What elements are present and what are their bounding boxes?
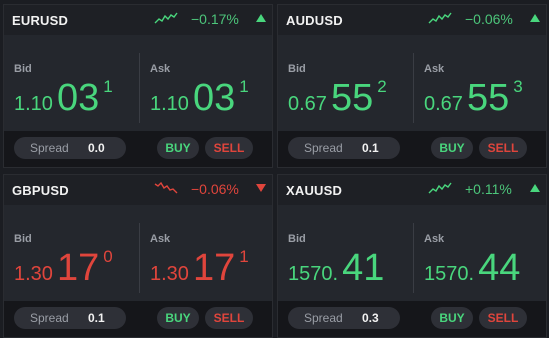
change-percent: −0.06%	[465, 11, 513, 27]
ask-price[interactable]: 0.67 55 3	[424, 77, 523, 119]
quote-card-audusd[interactable]: AUDUSD −0.06% Bid Ask 0.67 55 2 0.67 55 3 Sp…	[277, 4, 547, 168]
sell-button[interactable]: SELL	[205, 307, 253, 329]
triangle-up-icon	[530, 14, 540, 22]
quote-card-xauusd[interactable]: XAUUSD +0.11% Bid Ask 1570. 41 1570. 44 Sp…	[277, 174, 547, 338]
spread-label: Spread	[304, 311, 343, 325]
ask-label: Ask	[150, 63, 171, 75]
ask-price-pips: 55	[466, 77, 510, 119]
card-footer: Spread 0.1 BUY SELL	[4, 301, 272, 337]
card-header: GBPUSD −0.06%	[4, 175, 272, 205]
bid-price[interactable]: 1.10 03 1	[14, 77, 113, 119]
bid-price[interactable]: 1.30 17 0	[14, 247, 113, 289]
symbol-label: AUDUSD	[286, 13, 343, 28]
ask-price-main: 1570.	[424, 263, 475, 285]
triangle-down-icon	[256, 184, 266, 192]
quote-card-gbpusd[interactable]: GBPUSD −0.06% Bid Ask 1.30 17 0 1.30 17 1 Sp…	[3, 174, 273, 338]
quote-grid: EURUSD −0.17% Bid Ask 1.10 03 1 1.10 03 1 Sp…	[0, 0, 549, 338]
bid-label: Bid	[14, 63, 32, 75]
buy-button[interactable]: BUY	[157, 137, 199, 159]
bid-label: Bid	[288, 233, 306, 245]
sparkline-up-icon	[428, 12, 452, 24]
divider	[413, 223, 414, 293]
ask-price-fraction: 1	[239, 247, 249, 266]
spread-pill: Spread 0.0	[14, 137, 126, 159]
sell-button[interactable]: SELL	[479, 137, 527, 159]
spread-value: 0.3	[362, 311, 379, 325]
triangle-up-icon	[530, 184, 540, 192]
card-footer: Spread 0.3 BUY SELL	[278, 301, 546, 337]
spread-value: 0.1	[88, 311, 105, 325]
symbol-label: EURUSD	[12, 13, 69, 28]
divider	[139, 53, 140, 123]
quote-card-eurusd[interactable]: EURUSD −0.17% Bid Ask 1.10 03 1 1.10 03 1 Sp…	[3, 4, 273, 168]
bid-price-fraction: 2	[377, 77, 387, 96]
bid-price-fraction: 1	[103, 77, 113, 96]
change-percent: −0.06%	[191, 181, 239, 197]
symbol-label: GBPUSD	[12, 183, 69, 198]
bid-price[interactable]: 1570. 41	[288, 247, 388, 289]
card-header: XAUUSD +0.11%	[278, 175, 546, 205]
ask-price-pips: 03	[192, 77, 236, 119]
divider	[139, 223, 140, 293]
buy-button[interactable]: BUY	[431, 137, 473, 159]
bid-label: Bid	[14, 233, 32, 245]
spread-pill: Spread 0.3	[288, 307, 400, 329]
ask-price-main: 0.67	[424, 93, 463, 115]
spread-value: 0.0	[88, 141, 105, 155]
card-header: AUDUSD −0.06%	[278, 5, 546, 35]
spread-label: Spread	[304, 141, 343, 155]
bid-price-main: 1.10	[14, 93, 53, 115]
ask-label: Ask	[150, 233, 171, 245]
divider	[413, 53, 414, 123]
bid-price-main: 1.30	[14, 263, 53, 285]
ask-label: Ask	[424, 63, 445, 75]
ask-price-main: 1.30	[150, 263, 189, 285]
change-percent: +0.11%	[465, 181, 512, 197]
ask-price-main: 1.10	[150, 93, 189, 115]
bid-price-main: 0.67	[288, 93, 327, 115]
ask-label: Ask	[424, 233, 445, 245]
bid-price[interactable]: 0.67 55 2	[288, 77, 387, 119]
bid-price-pips: 03	[56, 77, 100, 119]
ask-price-pips: 17	[192, 247, 236, 289]
triangle-up-icon	[256, 14, 266, 22]
ask-price-pips: 44	[478, 247, 521, 289]
change-percent: −0.17%	[191, 11, 239, 27]
bid-price-fraction: 0	[103, 247, 113, 266]
spread-label: Spread	[30, 141, 69, 155]
spread-pill: Spread 0.1	[288, 137, 400, 159]
buy-button[interactable]: BUY	[157, 307, 199, 329]
sparkline-down-icon	[154, 181, 178, 194]
bid-price-pips: 17	[56, 247, 100, 289]
spread-value: 0.1	[362, 141, 379, 155]
sparkline-up-icon	[154, 12, 178, 24]
bid-price-main: 1570.	[288, 263, 339, 285]
bid-price-pips: 55	[330, 77, 374, 119]
ask-price[interactable]: 1570. 44	[424, 247, 524, 289]
sell-button[interactable]: SELL	[205, 137, 253, 159]
card-footer: Spread 0.1 BUY SELL	[278, 131, 546, 167]
ask-price-fraction: 1	[239, 77, 249, 96]
card-header: EURUSD −0.17%	[4, 5, 272, 35]
spread-pill: Spread 0.1	[14, 307, 126, 329]
sell-button[interactable]: SELL	[479, 307, 527, 329]
bid-label: Bid	[288, 63, 306, 75]
ask-price-fraction: 3	[513, 77, 523, 96]
buy-button[interactable]: BUY	[431, 307, 473, 329]
card-footer: Spread 0.0 BUY SELL	[4, 131, 272, 167]
ask-price[interactable]: 1.30 17 1	[150, 247, 249, 289]
symbol-label: XAUUSD	[286, 183, 343, 198]
sparkline-up-icon	[428, 182, 452, 194]
spread-label: Spread	[30, 311, 69, 325]
ask-price[interactable]: 1.10 03 1	[150, 77, 249, 119]
bid-price-pips: 41	[342, 247, 385, 289]
